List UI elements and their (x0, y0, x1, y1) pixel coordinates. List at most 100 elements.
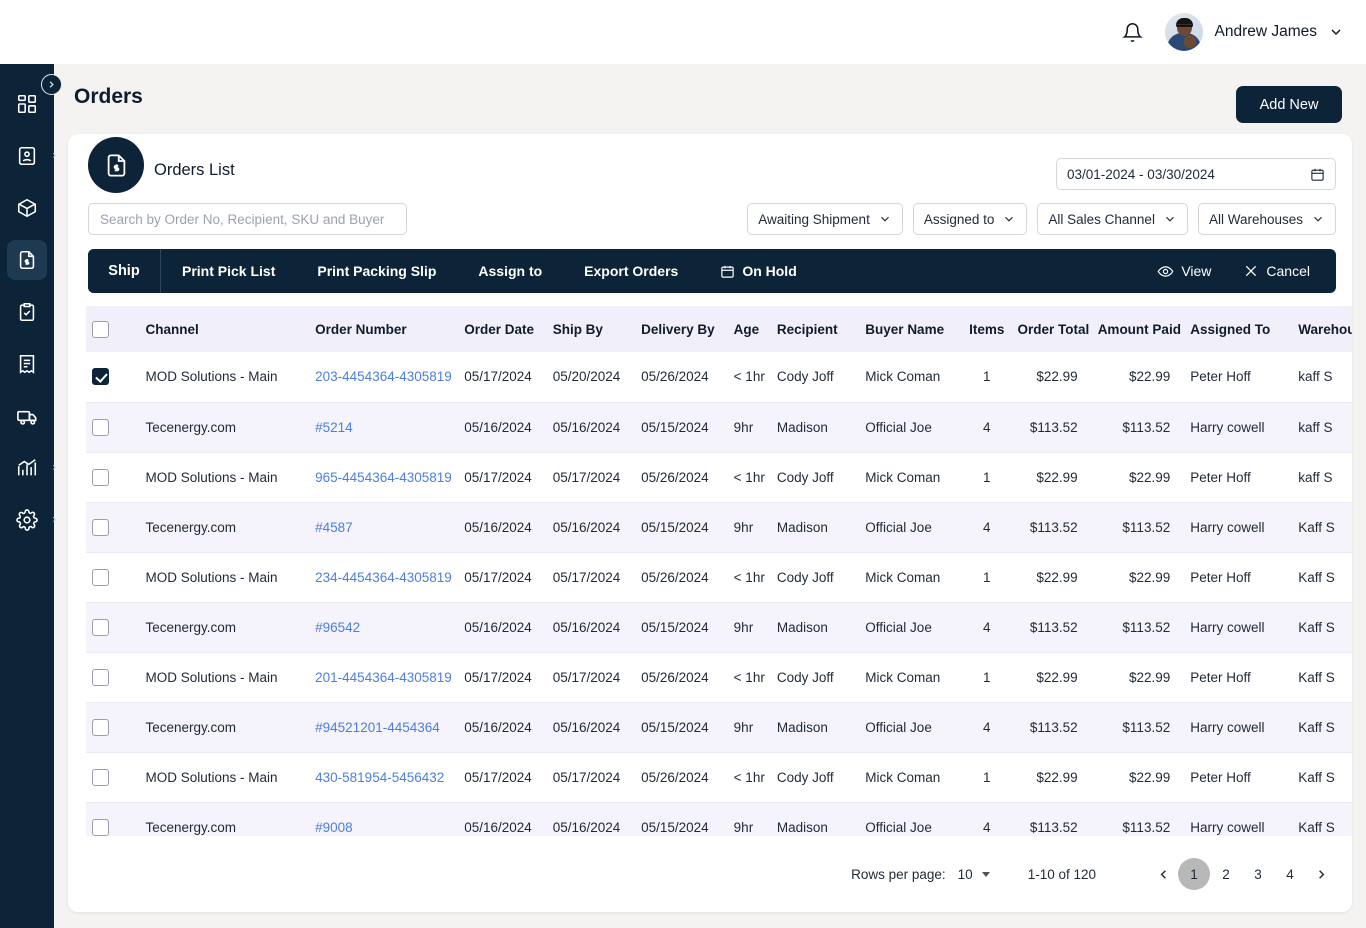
row-select-cell[interactable] (86, 702, 140, 753)
row-checkbox[interactable] (92, 818, 109, 836)
cell-order-date: 05/17/2024 (458, 552, 547, 603)
cell-order-number[interactable]: #4587 (309, 502, 459, 553)
page-button-2[interactable]: 2 (1210, 858, 1242, 890)
table-row[interactable]: MOD Solutions - Main 201-4454364-4305819 0… (86, 652, 1352, 703)
page-button-1[interactable]: 1 (1178, 858, 1210, 890)
filter-status[interactable]: Awaiting Shipment (747, 203, 903, 235)
row-checkbox[interactable] (92, 468, 109, 486)
date-range-picker[interactable]: 03/01-2024 - 03/30/2024 (1056, 158, 1336, 190)
cell-order-number[interactable]: 234-4454364-4305819 (309, 552, 459, 603)
cell-assigned-to: Peter Hoff (1184, 552, 1293, 603)
cell-order-number[interactable]: 203-4454364-4305819 (309, 352, 459, 403)
filter-sales-channel[interactable]: All Sales Channel (1037, 203, 1188, 235)
export-orders-button[interactable]: Export Orders (563, 249, 699, 293)
cell-order-number[interactable]: #96542 (309, 602, 459, 653)
table-row[interactable]: MOD Solutions - Main 430-581954-5456432 05… (86, 752, 1352, 803)
column-header-warehouse[interactable]: Warehouse (1292, 306, 1352, 352)
table-row[interactable]: Tecenergy.com #4587 05/16/2024 05/16/2024 05… (86, 502, 1352, 553)
column-header-order-date[interactable]: Order Date (458, 306, 547, 352)
cell-amount-paid: $113.52 (1091, 702, 1185, 753)
row-select-cell[interactable] (86, 502, 140, 553)
next-page-button[interactable] (1306, 859, 1336, 889)
prev-page-button[interactable] (1148, 859, 1178, 889)
user-menu[interactable]: Andrew James (1165, 13, 1344, 51)
view-button[interactable]: View (1141, 249, 1227, 293)
sidebar-item-receipts[interactable] (7, 344, 47, 384)
row-checkbox[interactable] (92, 668, 109, 686)
row-select-cell[interactable] (86, 802, 140, 836)
table-row[interactable]: MOD Solutions - Main 965-4454364-4305819 0… (86, 452, 1352, 503)
filter-warehouses[interactable]: All Warehouses (1197, 203, 1336, 235)
row-select-cell[interactable] (86, 602, 140, 653)
row-select-cell[interactable] (86, 352, 140, 403)
cell-order-number[interactable]: #5214 (309, 402, 459, 453)
row-select-cell[interactable] (86, 652, 140, 703)
chevron-right-icon: › (52, 461, 56, 474)
cancel-button[interactable]: Cancel (1227, 249, 1326, 293)
select-all-checkbox[interactable] (92, 320, 109, 338)
table-row[interactable]: Tecenergy.com #94521201-4454364 05/16/2024… (86, 702, 1352, 753)
row-checkbox[interactable] (92, 568, 109, 586)
cell-order-number[interactable]: 201-4454364-4305819 (309, 652, 459, 703)
column-header-buyer-name[interactable]: Buyer Name (859, 306, 963, 352)
filter-warehouses-label: All Warehouses (1208, 211, 1303, 227)
row-checkbox[interactable] (92, 418, 109, 436)
column-header-items[interactable]: Items (962, 306, 1012, 352)
box-package-icon (17, 198, 37, 218)
cell-order-number[interactable]: #94521201-4454364 (309, 702, 459, 753)
column-header-delivery-by[interactable]: Delivery By (635, 306, 728, 352)
table-row[interactable]: Tecenergy.com #5214 05/16/2024 05/16/2024 05… (86, 402, 1352, 453)
invoice-document-icon (19, 250, 35, 270)
row-select-cell[interactable] (86, 452, 140, 503)
column-header-recipient[interactable]: Recipient (770, 306, 860, 352)
column-header-assigned-to[interactable]: Assigned To (1184, 306, 1293, 352)
sidebar-collapse-toggle[interactable] (41, 74, 62, 95)
filter-assigned-to[interactable]: Assigned to (912, 203, 1028, 235)
sidebar-item-orders[interactable] (7, 240, 47, 280)
sidebar-item-dashboard[interactable] (7, 84, 47, 124)
table-row[interactable]: MOD Solutions - Main 234-4454364-4305819 0… (86, 552, 1352, 603)
ship-button[interactable]: Ship (88, 249, 160, 293)
print-packing-slip-button[interactable]: Print Packing Slip (296, 249, 457, 293)
dashboard-grid-icon (17, 94, 37, 114)
cell-order-number[interactable]: #9008 (309, 802, 459, 836)
row-select-cell[interactable] (86, 402, 140, 453)
sidebar-item-tasks[interactable] (7, 292, 47, 332)
row-checkbox[interactable] (92, 618, 109, 636)
notifications-button[interactable] (1115, 15, 1149, 49)
rows-per-page-select[interactable]: 10 (958, 867, 990, 882)
add-new-button[interactable]: Add New (1236, 86, 1342, 123)
sidebar-item-contacts[interactable]: › (7, 136, 56, 176)
sidebar-item-shipments[interactable] (7, 396, 47, 436)
column-header-channel[interactable]: Channel (139, 306, 310, 352)
row-select-cell[interactable] (86, 552, 140, 603)
orders-card: Orders List 03/01-2024 - 03/30/2024 Awai… (68, 134, 1352, 912)
cell-order-number[interactable]: 430-581954-5456432 (309, 752, 459, 803)
row-checkbox[interactable] (92, 518, 109, 536)
on-hold-button[interactable]: On Hold (699, 249, 817, 293)
page-button-3[interactable]: 3 (1242, 858, 1274, 890)
table-row[interactable]: Tecenergy.com #9008 05/16/2024 05/16/2024 05… (86, 802, 1352, 836)
page-button-4[interactable]: 4 (1274, 858, 1306, 890)
cell-channel: MOD Solutions - Main (139, 452, 310, 503)
table-row[interactable]: MOD Solutions - Main 203-4454364-4305819 0… (86, 352, 1352, 403)
top-bar: Andrew James (0, 0, 1366, 64)
column-header-order-number[interactable]: Order Number (309, 306, 459, 352)
sidebar-item-products[interactable] (7, 188, 47, 228)
cell-order-number[interactable]: 965-4454364-4305819 (309, 452, 459, 503)
column-header-ship-by[interactable]: Ship By (546, 306, 636, 352)
row-select-cell[interactable] (86, 752, 140, 803)
search-input[interactable] (88, 203, 407, 235)
assign-to-button[interactable]: Assign to (457, 249, 563, 293)
row-checkbox[interactable] (92, 768, 109, 786)
column-header-order-total[interactable]: Order Total (1011, 306, 1092, 352)
table-row[interactable]: Tecenergy.com #96542 05/16/2024 05/16/2024 0… (86, 602, 1352, 653)
column-header-amount-paid[interactable]: Amount Paid (1091, 306, 1185, 352)
cell-buyer-name: Official Joe (859, 402, 963, 453)
sidebar-item-analytics[interactable]: › (7, 448, 56, 488)
print-pick-list-button[interactable]: Print Pick List (161, 249, 296, 293)
sidebar-item-settings[interactable]: › (7, 500, 56, 540)
column-header-age[interactable]: Age (727, 306, 771, 352)
row-checkbox[interactable] (92, 718, 109, 736)
row-checkbox[interactable] (92, 368, 109, 386)
